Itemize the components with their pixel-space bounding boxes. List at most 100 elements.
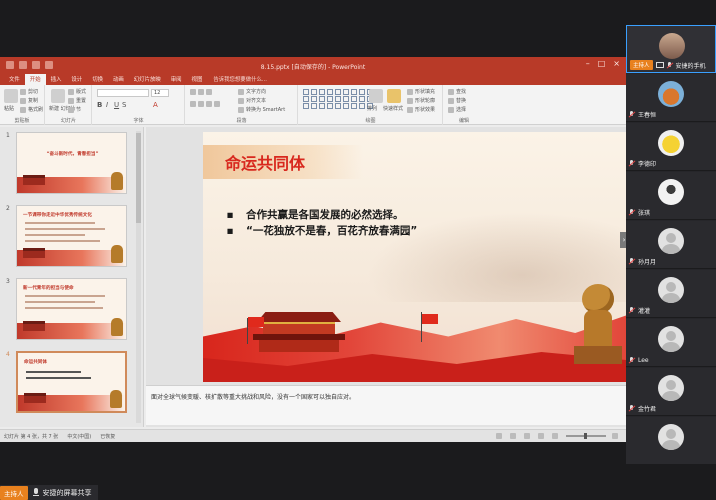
smartart-icon (238, 106, 244, 113)
participant-tile[interactable]: 李德印 (626, 123, 716, 171)
slide-thumbnail-1[interactable]: “奋斗新时代，青春担当” (16, 132, 127, 194)
align-left-icon (190, 101, 196, 107)
arrange-button[interactable]: 排列 (367, 105, 377, 112)
thumb-number: 1 (6, 132, 10, 139)
group-label-clipboard: 剪贴板 (14, 118, 30, 124)
shapes-gallery[interactable] (303, 89, 374, 109)
red-flag (422, 314, 438, 324)
avatar (658, 424, 684, 450)
reset-button[interactable]: 重置 (68, 97, 86, 104)
tab-insert[interactable]: 插入 (46, 75, 67, 85)
normal-view-icon[interactable] (510, 433, 516, 439)
shadow-button[interactable]: S (122, 101, 126, 109)
host-badge: 主持人 (630, 60, 653, 70)
thumbnails-scrollbar[interactable] (136, 131, 141, 423)
arrange-icon[interactable] (369, 89, 383, 103)
layout-button[interactable]: 版式 (68, 88, 86, 95)
participant-tile[interactable]: 张琪 (626, 172, 716, 220)
group-editing: 查找 替换 选择 编辑 (444, 85, 484, 125)
mic-muted-icon (629, 258, 635, 265)
numbering-icon (198, 89, 204, 95)
participant-tile[interactable]: 灌灌 (626, 270, 716, 318)
participant-tile[interactable]: 孙月月 (626, 221, 716, 269)
section-button[interactable]: 节 (68, 106, 81, 113)
font-color-button[interactable]: A (153, 101, 158, 109)
reset-icon (68, 97, 74, 104)
tab-review[interactable]: 审阅 (166, 75, 187, 85)
format-painter-button[interactable]: 格式刷 (20, 106, 43, 113)
reading-view-icon[interactable] (538, 433, 544, 439)
tab-slideshow[interactable]: 幻灯片放映 (129, 75, 166, 85)
italic-button[interactable]: I (106, 101, 108, 109)
tell-me-search[interactable]: 告诉我您想要做什么... (213, 75, 267, 85)
bullets-icon (190, 89, 196, 95)
avatar (658, 375, 684, 401)
layout-icon (68, 88, 74, 95)
notes-toggle-icon[interactable] (496, 433, 502, 439)
slide-thumbnail-3[interactable]: 新一代青年的担当与使命 (16, 278, 127, 340)
slide-thumbnail-2[interactable]: 一节课带你走近中华优秀传统文化 (16, 205, 127, 267)
bullets-button[interactable] (190, 89, 214, 96)
find-icon (448, 88, 454, 95)
find-button[interactable]: 查找 (448, 88, 466, 95)
tab-transitions[interactable]: 切换 (87, 75, 108, 85)
select-button[interactable]: 选择 (448, 106, 466, 113)
mic-icon (32, 488, 40, 497)
shape-outline-button[interactable]: 形状轮廓 (407, 97, 435, 104)
cut-icon (20, 88, 26, 95)
close-icon[interactable]: × (613, 59, 620, 68)
font-size-field[interactable]: 12 (151, 89, 169, 97)
tab-design[interactable]: 设计 (66, 75, 87, 85)
thumb-number: 3 (6, 278, 10, 285)
bold-button[interactable]: B (97, 101, 102, 109)
replace-button[interactable]: 替换 (448, 97, 466, 104)
group-label-paragraph: 段落 (236, 118, 247, 124)
tab-animations[interactable]: 动画 (108, 75, 129, 85)
text-direction-icon (238, 88, 244, 95)
minimize-icon[interactable]: – (586, 59, 590, 68)
participant-tile[interactable]: Lee (626, 319, 716, 367)
group-clipboard: 粘贴 剪切 复制 格式刷 剪贴板 (0, 85, 45, 125)
tab-file[interactable]: 文件 (4, 75, 25, 85)
slide-title[interactable]: 命运共同体 (225, 150, 305, 174)
language-status[interactable]: 中文(中国) (67, 433, 91, 440)
shape-effects-button[interactable]: 形状效果 (407, 106, 435, 113)
align-buttons[interactable] (190, 101, 222, 108)
slide-thumbnail-4[interactable]: 命运共同体 (16, 351, 127, 413)
copy-button[interactable]: 复制 (20, 97, 38, 104)
cut-button[interactable]: 剪切 (20, 88, 38, 95)
sorter-view-icon[interactable] (524, 433, 530, 439)
font-name-field[interactable] (97, 89, 149, 97)
paste-button[interactable]: 粘贴 (4, 105, 14, 112)
fit-slide-icon[interactable] (612, 433, 618, 439)
participant-name: Lee (638, 357, 649, 364)
participants-panel: 主持人 安捷的手机 王春恒 李德印 张琪 孙月月 灌灌 Lee 金竹君 (626, 25, 716, 465)
participant-tile[interactable]: 金竹君 (626, 368, 716, 416)
current-slide[interactable]: 命运共同体 ▪ 合作共赢是各国发展的必然选择。 ▪ “一花独放不是春，百花齐放春满园… (203, 132, 626, 382)
quick-styles-button[interactable]: 快速样式 (383, 105, 403, 112)
underline-button[interactable]: U (114, 101, 119, 109)
status-bar: 幻灯片 第 4 张，共 7 张 中文(中国) 已恢复 (0, 429, 626, 442)
shape-fill-button[interactable]: 形状填充 (407, 88, 435, 95)
notes-text[interactable]: 面对全球气候变暖、核扩散等重大挑战和风险，没有一个国家可以独自应对。 (151, 392, 355, 401)
align-text-button[interactable]: 对齐文本 (238, 97, 266, 104)
slideshow-view-icon[interactable] (552, 433, 558, 439)
thumb-number: 4 (6, 351, 10, 358)
participant-tile[interactable]: 王春恒 (626, 74, 716, 122)
zoom-slider[interactable] (566, 433, 606, 439)
tab-home[interactable]: 开始 (24, 73, 46, 85)
tab-view[interactable]: 视图 (187, 75, 208, 85)
screen-share-bar[interactable]: 主持人 安捷的屏幕共享 (0, 485, 98, 500)
paste-icon[interactable] (4, 89, 18, 103)
text-direction-button[interactable]: 文字方向 (238, 88, 266, 95)
quick-styles-icon[interactable] (387, 89, 401, 103)
participant-tile[interactable] (626, 417, 716, 465)
select-icon (448, 106, 454, 113)
participant-tile[interactable]: 主持人 安捷的手机 (626, 25, 716, 73)
notes-pane[interactable]: 面对全球气候变暖、核扩散等重大挑战和风险，没有一个国家可以独自应对。 (146, 385, 626, 425)
maximize-icon[interactable]: □ (598, 59, 606, 68)
align-center-icon (198, 101, 204, 107)
smartart-button[interactable]: 转换为 SmartArt (238, 106, 285, 113)
window-title: 8.15.pptx [自动保存的] - PowerPoint (260, 64, 366, 71)
new-slide-icon[interactable] (51, 89, 65, 103)
